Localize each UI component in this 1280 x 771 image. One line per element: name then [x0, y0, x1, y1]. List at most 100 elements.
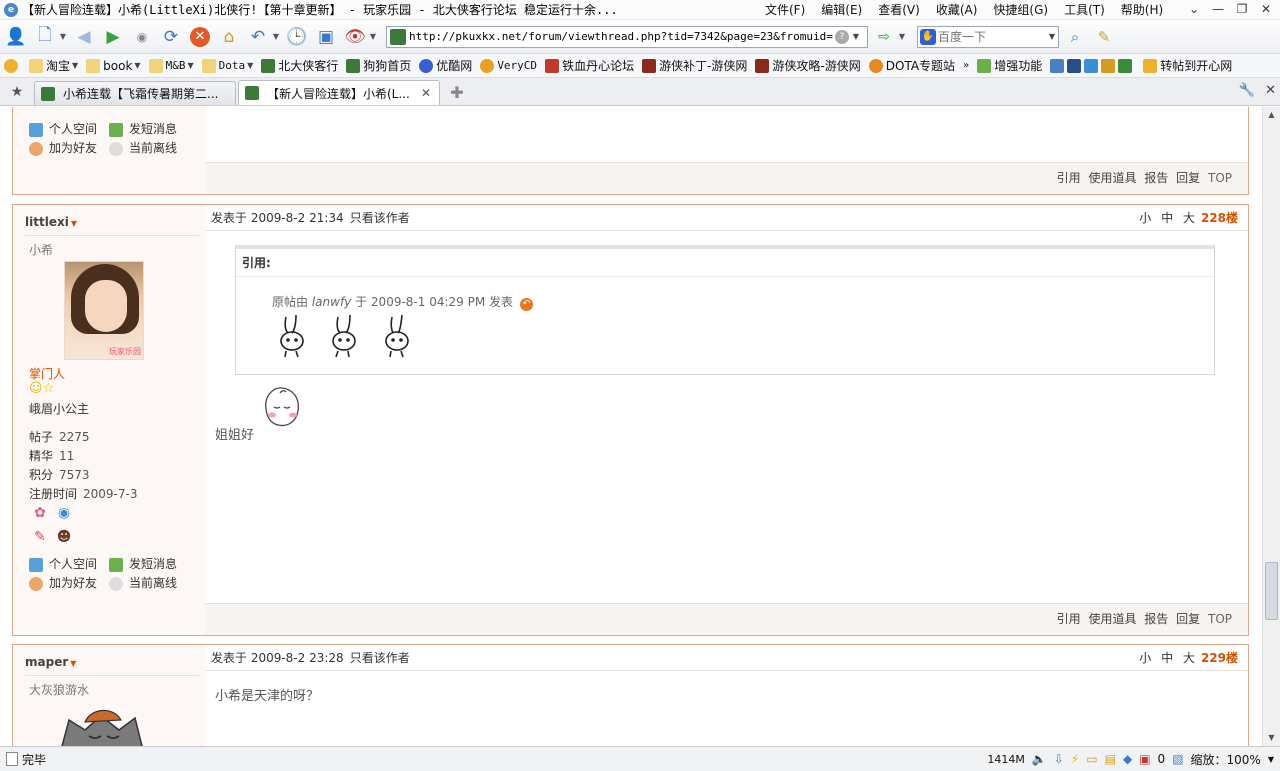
search-icon[interactable]: ⌕ [1062, 24, 1088, 50]
font-large-link[interactable]: 大 [1183, 651, 1195, 665]
close-icon[interactable]: ✕ [1265, 83, 1276, 98]
fav-link-sogou[interactable]: 狗狗首页 [342, 57, 415, 74]
chevron-down-icon[interactable]: ⌄ [1182, 1, 1206, 18]
medal-icon[interactable]: ◉ [53, 502, 75, 524]
fav-folder-taobao[interactable]: 淘宝 ▼ [25, 57, 82, 74]
medal-icon[interactable]: ✿ [29, 502, 51, 524]
fav-link-dota[interactable]: DOTA专题站 [865, 57, 959, 74]
window-icon[interactable]: ▣ [313, 24, 339, 50]
new-tab-button[interactable]: ✚ [446, 81, 468, 103]
fav-enhance[interactable]: 增强功能 [973, 57, 1046, 74]
author-name[interactable]: littlexi ▼ [25, 215, 77, 229]
fav-folder-book[interactable]: book ▼ [82, 58, 144, 73]
chevron-down-icon[interactable]: ▼ [58, 32, 68, 41]
quote-link[interactable]: 引用 [1057, 171, 1081, 185]
chevron-down-icon[interactable]: ▼ [1046, 32, 1058, 41]
top-link[interactable]: TOP [1208, 171, 1232, 185]
vertical-scrollbar[interactable]: ▲ ▼ [1262, 107, 1280, 746]
send-pm-link[interactable]: 发短消息 [109, 120, 189, 139]
shield-icon[interactable]: ◆ [1123, 752, 1132, 766]
favorites-heart-icon[interactable] [0, 58, 25, 73]
use-item-link[interactable]: 使用道具 [1088, 171, 1136, 185]
medal-icon[interactable]: ✎ [29, 526, 51, 548]
wolf-avatar[interactable] [51, 700, 151, 746]
search-input[interactable] [938, 29, 1046, 44]
author-only-link[interactable]: 只看该作者 [350, 649, 410, 666]
popup-block-icon[interactable]: ▣ [1139, 752, 1150, 766]
add-friend-link[interactable]: 加为好友 [29, 139, 109, 158]
forward-button[interactable]: ▶ [100, 24, 126, 50]
memory-usage[interactable]: 1414M [987, 753, 1025, 766]
menu-help[interactable]: 帮助(H) [1113, 1, 1171, 18]
top-link[interactable]: TOP [1208, 612, 1232, 626]
fav-repost-kaixin[interactable]: 转帖到开心网 [1139, 57, 1236, 74]
new-page-icon[interactable]: 🗋 [32, 24, 58, 50]
floor-number[interactable]: 229楼 [1201, 649, 1238, 666]
folder-icon[interactable]: ▤ [1105, 752, 1116, 766]
home-button[interactable]: ⌂ [216, 24, 242, 50]
send-pm-link[interactable]: 发短消息 [109, 555, 189, 574]
reply-link[interactable]: 回复 [1176, 171, 1200, 185]
menu-file[interactable]: 文件(F) [757, 1, 813, 18]
user-space-link[interactable]: 个人空间 [29, 555, 109, 574]
reply-link[interactable]: 回复 [1176, 612, 1200, 626]
refresh-button[interactable]: ⟳ [158, 24, 184, 50]
zoom-icon[interactable]: ▧ [1172, 752, 1183, 766]
font-medium-link[interactable]: 中 [1161, 211, 1173, 225]
search-box[interactable]: ✋ ▼ [917, 25, 1059, 48]
menu-view[interactable]: 查看(V) [870, 1, 928, 18]
shield-icon[interactable]: ? [835, 29, 849, 44]
scroll-up-arrow-icon[interactable]: ▲ [1263, 107, 1280, 123]
lightning-icon[interactable]: ⚡ [1071, 752, 1079, 766]
scrollbar-thumb[interactable] [1265, 562, 1278, 620]
fav-link-pkuxkx[interactable]: 北大侠客行 [257, 57, 342, 74]
close-window-button[interactable]: ✕ [1254, 1, 1278, 18]
floor-number[interactable]: 228楼 [1201, 209, 1238, 226]
speaker-icon[interactable]: 🔈 [1032, 752, 1047, 766]
report-link[interactable]: 报告 [1144, 612, 1168, 626]
tab-xiaoxi-serial[interactable]: 小希连载【飞霜传暑期第二... [34, 81, 236, 105]
font-small-link[interactable]: 小 [1139, 211, 1151, 225]
close-icon[interactable]: ✕ [419, 86, 433, 100]
eye-icon[interactable]: 👁 [342, 24, 368, 50]
more-favorites-chevron-icon[interactable]: » [959, 60, 973, 71]
avatar[interactable]: 玩家乐园 [64, 261, 144, 360]
tab-newbie-adventure[interactable]: 【新人冒险连载】小希(L... ✕ [238, 80, 440, 105]
favorite-star-icon[interactable]: ★ [0, 79, 34, 105]
fav-link-ali213-patch[interactable]: 游侠补丁-游侠网 [638, 57, 751, 74]
wrench-icon[interactable]: 🔧 [1239, 83, 1255, 98]
chevron-down-icon[interactable]: ▼ [849, 32, 863, 41]
fav-link-verycd[interactable]: VeryCD [476, 58, 541, 73]
user-space-link[interactable]: 个人空间 [29, 120, 109, 139]
fav-link-tiexue[interactable]: 铁血丹心论坛 [541, 57, 638, 74]
menu-shortcuts[interactable]: 快捷组(G) [985, 1, 1056, 18]
go-button[interactable]: ⇨ [871, 24, 897, 50]
menu-edit[interactable]: 编辑(E) [813, 1, 870, 18]
zoom-control[interactable]: 缩放：100% [1191, 751, 1261, 768]
font-medium-link[interactable]: 中 [1161, 651, 1173, 665]
report-link[interactable]: 报告 [1144, 171, 1168, 185]
user-icon[interactable]: 👤 [3, 24, 29, 50]
scroll-down-arrow-icon[interactable]: ▼ [1263, 730, 1280, 746]
chevron-down-icon[interactable]: ▼ [1268, 755, 1274, 764]
fav-link-youku[interactable]: 优酷网 [415, 57, 476, 74]
chevron-down-icon[interactable]: ▼ [368, 32, 378, 41]
highlighter-icon[interactable]: ✎ [1091, 24, 1117, 50]
note-icon[interactable] [1084, 58, 1099, 73]
author-only-link[interactable]: 只看该作者 [350, 209, 410, 226]
cloud-icon[interactable] [1050, 58, 1065, 73]
use-item-link[interactable]: 使用道具 [1088, 612, 1136, 626]
restore-button[interactable]: ❐ [1230, 1, 1254, 18]
quote-author[interactable]: lanwfy [312, 295, 351, 309]
chevron-down-icon[interactable]: ▼ [271, 32, 281, 41]
undo-icon[interactable]: ↶ [245, 24, 271, 50]
clock-icon[interactable]: 🕒 [284, 24, 310, 50]
font-large-link[interactable]: 大 [1183, 211, 1195, 225]
url-text[interactable]: http://pkuxkx.net/forum/viewthread.php?t… [409, 30, 833, 43]
quote-link[interactable]: 引用 [1057, 612, 1081, 626]
fav-link-ali213-guide[interactable]: 游侠攻略-游侠网 [751, 57, 864, 74]
fav-folder-mb[interactable]: M&B ▼ [145, 58, 198, 73]
back-arrow-icon[interactable]: ↶ [519, 298, 533, 311]
font-small-link[interactable]: 小 [1139, 651, 1151, 665]
back-button[interactable]: ◀ [71, 24, 97, 50]
